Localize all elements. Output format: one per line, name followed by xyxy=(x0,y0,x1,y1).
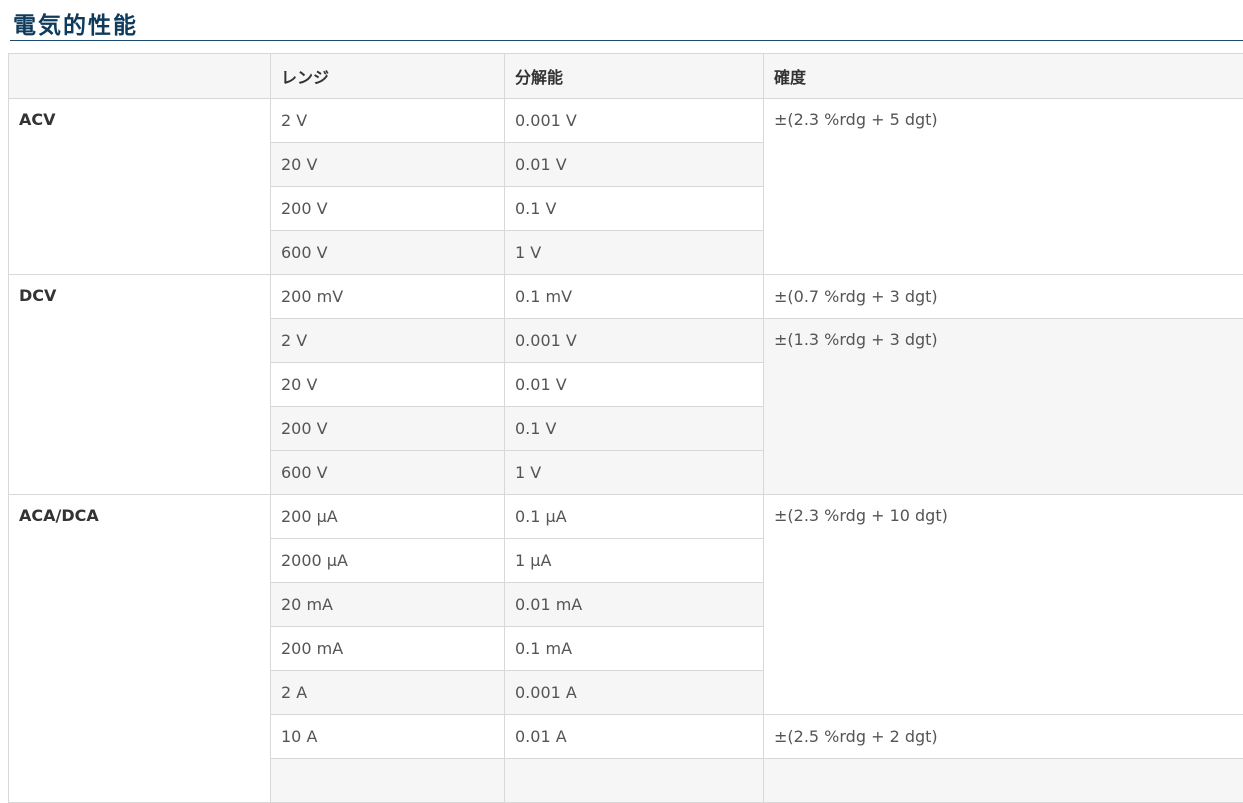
resolution-cell: 0.1 mV xyxy=(505,275,764,319)
range-cell: 2 A xyxy=(271,671,505,715)
range-cell: 20 V xyxy=(271,143,505,187)
header-category xyxy=(9,54,271,99)
resolution-cell: 1 μA xyxy=(505,539,764,583)
resolution-cell: 0.001 V xyxy=(505,99,764,143)
range-cell: 200 mV xyxy=(271,275,505,319)
accuracy-cell: ±(2.5 %rdg + 2 dgt) xyxy=(764,715,1243,759)
accuracy-cell: ±(2.3 %rdg + 5 dgt) xyxy=(764,99,1243,275)
range-cell xyxy=(271,759,505,803)
range-cell: 600 V xyxy=(271,451,505,495)
accuracy-cell xyxy=(764,759,1243,803)
range-cell: 2000 μA xyxy=(271,539,505,583)
category-acv: ACV xyxy=(9,99,271,275)
resolution-cell: 0.01 V xyxy=(505,363,764,407)
range-cell: 200 V xyxy=(271,407,505,451)
resolution-cell: 0.01 A xyxy=(505,715,764,759)
spec-table: レンジ 分解能 確度 ACV 2 V 0.001 V ±(2.3 %rdg + … xyxy=(8,53,1243,803)
resolution-cell: 0.001 A xyxy=(505,671,764,715)
resolution-cell: 0.1 mA xyxy=(505,627,764,671)
resolution-cell xyxy=(505,759,764,803)
table-header-row: レンジ 分解能 確度 xyxy=(9,54,1243,99)
accuracy-cell: ±(2.3 %rdg + 10 dgt) xyxy=(764,495,1243,715)
range-cell: 600 V xyxy=(271,231,505,275)
header-resolution: 分解能 xyxy=(505,54,764,99)
category-dcv: DCV xyxy=(9,275,271,495)
resolution-cell: 0.01 V xyxy=(505,143,764,187)
category-aca-dca: ACA/DCA xyxy=(9,495,271,803)
resolution-cell: 0.01 mA xyxy=(505,583,764,627)
range-cell: 200 mA xyxy=(271,627,505,671)
range-cell: 2 V xyxy=(271,99,505,143)
resolution-cell: 0.1 μA xyxy=(505,495,764,539)
range-cell: 20 V xyxy=(271,363,505,407)
resolution-cell: 0.1 V xyxy=(505,407,764,451)
range-cell: 200 V xyxy=(271,187,505,231)
range-cell: 20 mA xyxy=(271,583,505,627)
resolution-cell: 1 V xyxy=(505,451,764,495)
table-row: ACA/DCA 200 μA 0.1 μA ±(2.3 %rdg + 10 dg… xyxy=(9,495,1243,539)
range-cell: 200 μA xyxy=(271,495,505,539)
resolution-cell: 1 V xyxy=(505,231,764,275)
range-cell: 2 V xyxy=(271,319,505,363)
resolution-cell: 0.001 V xyxy=(505,319,764,363)
resolution-cell: 0.1 V xyxy=(505,187,764,231)
table-row: DCV 200 mV 0.1 mV ±(0.7 %rdg + 3 dgt) xyxy=(9,275,1243,319)
accuracy-cell: ±(0.7 %rdg + 3 dgt) xyxy=(764,275,1243,319)
page-title: 電気的性能 xyxy=(13,6,138,40)
range-cell: 10 A xyxy=(271,715,505,759)
header-range: レンジ xyxy=(271,54,505,99)
header-accuracy: 確度 xyxy=(764,54,1243,99)
table-row: ACV 2 V 0.001 V ±(2.3 %rdg + 5 dgt) xyxy=(9,99,1243,143)
title-divider xyxy=(10,40,1243,41)
accuracy-cell: ±(1.3 %rdg + 3 dgt) xyxy=(764,319,1243,495)
